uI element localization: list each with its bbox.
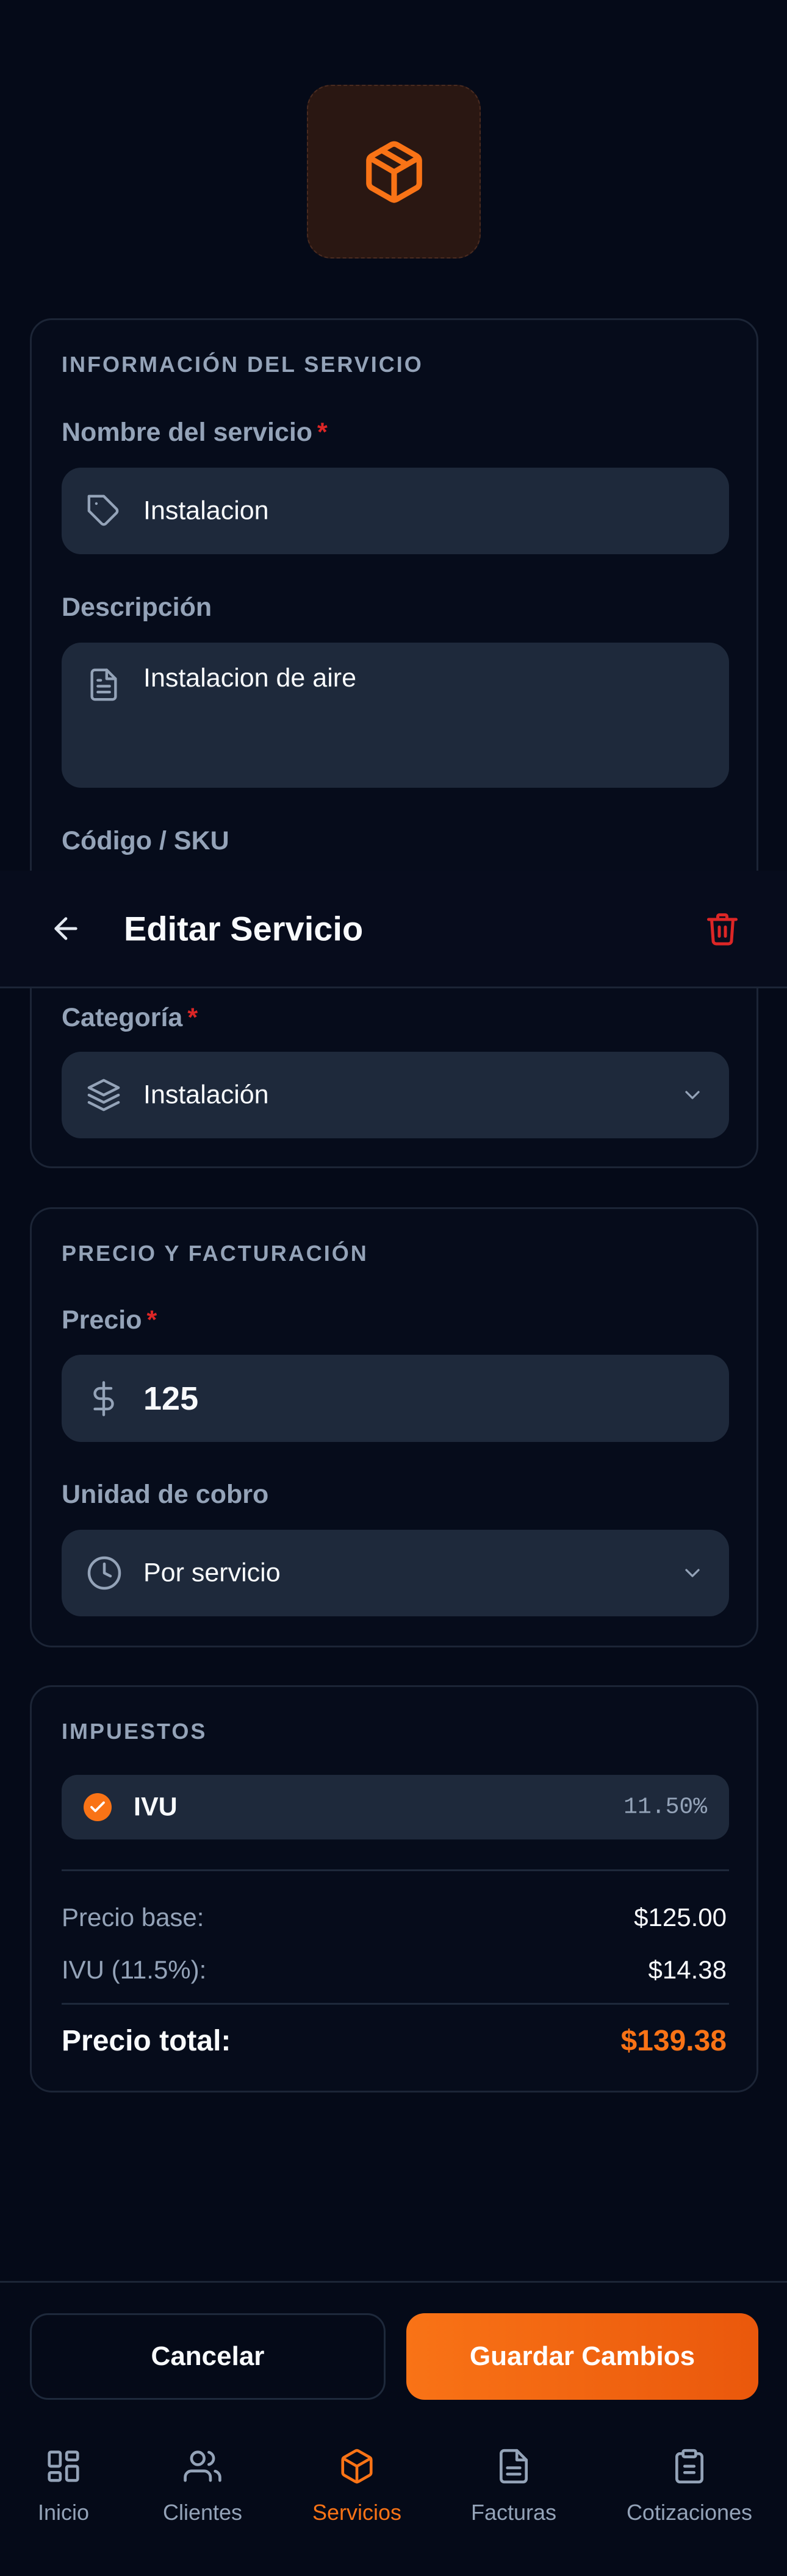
- app-header: Editar Servicio: [0, 871, 787, 988]
- total-label: Precio total:: [62, 2025, 231, 2057]
- name-label: Nombre del servicio *: [62, 418, 328, 447]
- file-icon: [500, 2449, 528, 2484]
- chevron-down-icon: [685, 1569, 700, 1577]
- users-icon: [184, 2450, 221, 2482]
- required-mark: *: [146, 1305, 157, 1335]
- unit-value: Por servicio: [143, 1558, 281, 1588]
- check-icon: [90, 1801, 105, 1813]
- pricing-card: PRECIO Y FACTURACIÓN Precio * 125 Unidad …: [30, 1207, 758, 1647]
- price-input[interactable]: 125: [62, 1355, 729, 1442]
- nav-item-servicios[interactable]: Servicios: [284, 2447, 430, 2551]
- divider: [62, 2003, 729, 2005]
- nav-item-inicio[interactable]: Inicio: [0, 2447, 137, 2551]
- document-icon: [90, 668, 117, 701]
- grid-icon: [48, 2450, 79, 2482]
- required-mark: *: [187, 1003, 198, 1032]
- page-title: Editar Servicio: [124, 909, 364, 948]
- category-select[interactable]: Instalación: [62, 1052, 729, 1138]
- price-label: Precio *: [62, 1305, 157, 1335]
- base-price-label: Precio base:: [62, 1903, 204, 1932]
- nav-label: Cotizaciones: [626, 2500, 753, 2525]
- taxes-section-title: IMPUESTOS: [62, 1719, 207, 1744]
- tax-name: IVU: [134, 1792, 178, 1822]
- save-button[interactable]: Guardar Cambios: [406, 2313, 758, 2400]
- tax-line-label: IVU (11.5%):: [62, 1955, 207, 1984]
- taxes-card: IMPUESTOS IVU 11.50% Precio base: $125.0…: [30, 1685, 758, 2093]
- nav-label: Servicios: [312, 2500, 402, 2525]
- tax-line-value: $14.38: [648, 1955, 727, 1984]
- nav-item-clientes[interactable]: Clientes: [129, 2447, 276, 2551]
- unit-select[interactable]: Por servicio: [62, 1530, 729, 1616]
- price-value: 125: [143, 1380, 199, 1417]
- cancel-button[interactable]: Cancelar: [30, 2313, 386, 2400]
- footer-bar: Cancelar Guardar Cambios Inicio Clientes…: [0, 2281, 787, 2576]
- clipboard-icon: [675, 2449, 703, 2484]
- package-icon: [365, 141, 422, 203]
- nav-label: Inicio: [37, 2500, 90, 2525]
- category-value: Instalación: [143, 1080, 269, 1110]
- unit-label: Unidad de cobro: [62, 1480, 269, 1509]
- base-price-value: $125.00: [634, 1903, 727, 1932]
- pricing-section-title: PRECIO Y FACTURACIÓN: [62, 1241, 368, 1266]
- tag-icon: [87, 494, 119, 526]
- service-info-section-title: INFORMACIÓN DEL SERVICIO: [62, 352, 423, 377]
- back-arrow-icon[interactable]: [49, 912, 83, 946]
- clock-icon: [87, 1556, 121, 1590]
- required-mark: *: [317, 418, 328, 447]
- nav-item-cotizaciones[interactable]: Cotizaciones: [616, 2447, 763, 2551]
- layers-icon: [87, 1079, 120, 1111]
- name-field[interactable]: Instalacion: [62, 468, 729, 554]
- dollar-icon: [93, 1380, 114, 1416]
- description-label: Descripción: [62, 593, 212, 622]
- total-value: $139.38: [620, 2025, 727, 2057]
- package-icon: [341, 2449, 373, 2484]
- checkbox-checked[interactable]: [84, 1793, 112, 1821]
- description-field[interactable]: Instalacion de aire: [62, 643, 729, 788]
- description-value: Instalacion de aire: [143, 663, 356, 693]
- category-label: Categoría *: [62, 1003, 198, 1032]
- nav-label: Facturas: [470, 2500, 557, 2525]
- tax-rate: 11.50%: [623, 1794, 707, 1821]
- nav-label: Clientes: [162, 2500, 243, 2525]
- chevron-down-icon: [685, 1091, 700, 1099]
- trash-icon[interactable]: [704, 910, 741, 947]
- tax-ivu-row[interactable]: IVU 11.50%: [62, 1775, 729, 1839]
- name-value: Instalacion: [143, 496, 269, 526]
- divider: [62, 1869, 729, 1871]
- service-info-card: INFORMACIÓN DEL SERVICIO Nombre del serv…: [30, 318, 758, 1168]
- nav-item-facturas[interactable]: Facturas: [440, 2447, 587, 2551]
- sku-label: Código / SKU: [62, 826, 229, 855]
- service-image-placeholder[interactable]: [307, 85, 481, 259]
